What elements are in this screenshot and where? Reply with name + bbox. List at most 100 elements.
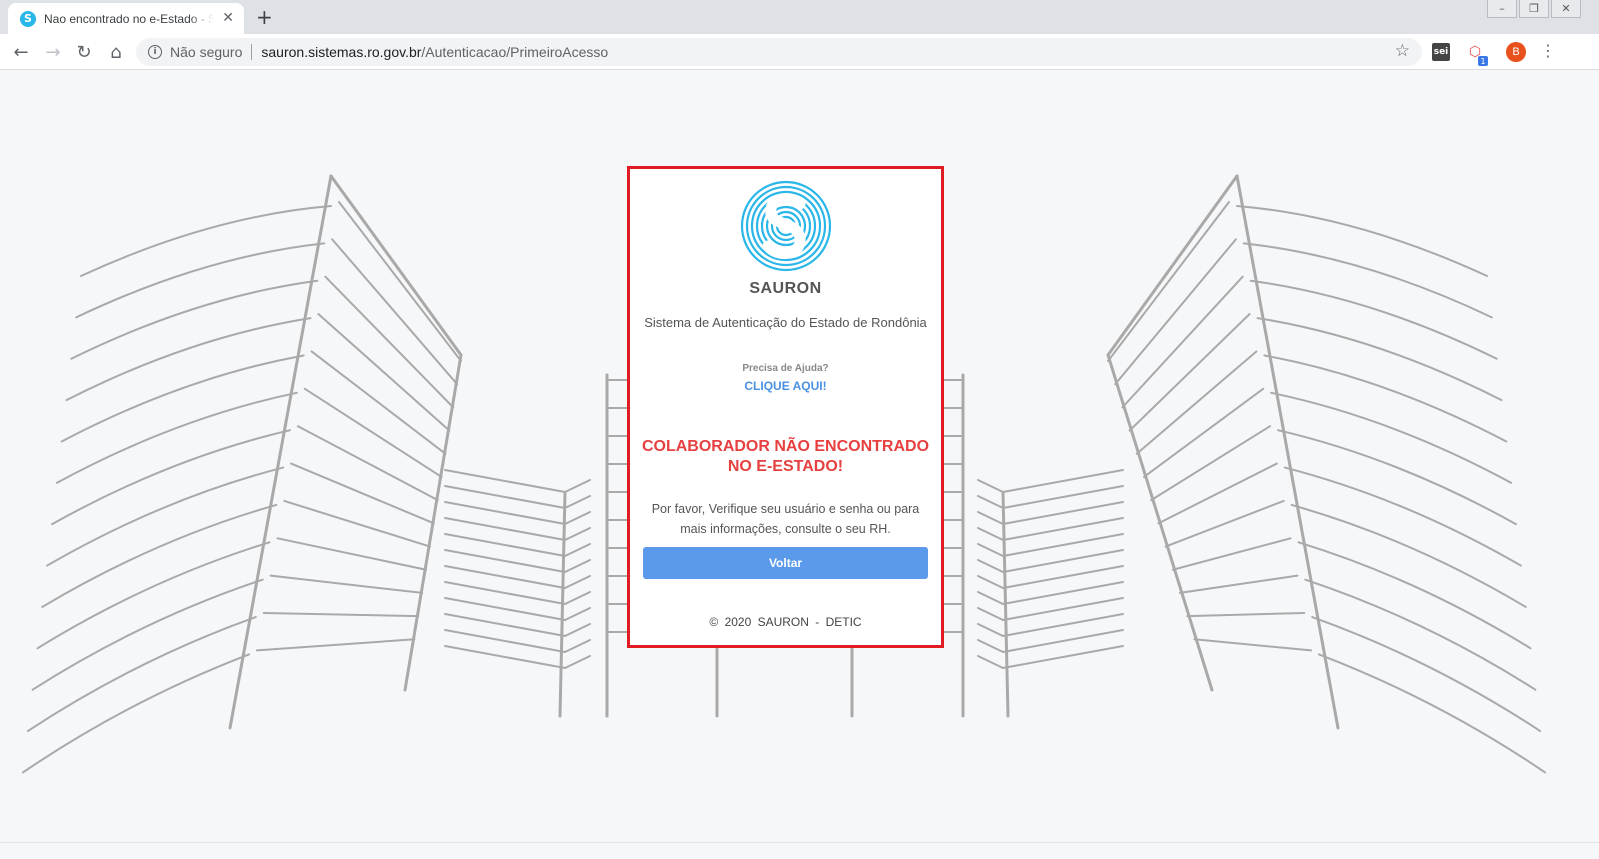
app-subtitle: Sistema de Autenticação do Estado de Ron… bbox=[644, 315, 927, 330]
more-menu-icon[interactable]: ⋮ bbox=[1540, 41, 1556, 60]
building-line bbox=[564, 559, 591, 573]
building-line bbox=[1121, 275, 1244, 409]
building-line bbox=[564, 591, 591, 605]
building-line bbox=[977, 639, 1004, 653]
building-line bbox=[564, 639, 591, 653]
url-host: sauron.sistemas.ro.gov.br bbox=[261, 44, 422, 60]
building-line bbox=[1297, 541, 1532, 650]
new-tab-button[interactable]: + bbox=[256, 5, 273, 29]
building-line bbox=[1157, 462, 1278, 525]
building-line bbox=[564, 511, 591, 525]
profile-avatar[interactable]: B bbox=[1506, 42, 1526, 62]
minimize-button[interactable]: – bbox=[1487, 0, 1517, 18]
building-line bbox=[329, 174, 463, 357]
browser-tab[interactable]: S Nao encontrado no e-Estado - SAURON ✕ bbox=[8, 3, 244, 34]
info-icon[interactable]: i bbox=[148, 45, 162, 59]
building-line bbox=[36, 541, 271, 650]
building-line bbox=[977, 607, 1004, 621]
building-line bbox=[564, 479, 591, 493]
building-line bbox=[977, 591, 1004, 605]
building-line bbox=[283, 499, 431, 548]
share-extension-icon[interactable]: ⬡ 1 bbox=[1466, 43, 1488, 66]
building-line bbox=[564, 607, 591, 621]
building-line bbox=[1106, 174, 1239, 357]
building-line bbox=[1193, 638, 1313, 652]
bookmark-star-icon[interactable]: ☆ bbox=[1395, 41, 1410, 61]
building-line bbox=[977, 655, 1004, 669]
building-line bbox=[269, 574, 424, 594]
building-line bbox=[1164, 499, 1285, 548]
building-line bbox=[65, 317, 312, 402]
tab-strip: S Nao encontrado no e-Estado - SAURON ✕ … bbox=[0, 0, 1599, 34]
close-window-button[interactable]: ✕ bbox=[1551, 0, 1581, 18]
building-line bbox=[977, 559, 1004, 573]
building-line bbox=[290, 462, 435, 525]
building-line bbox=[296, 425, 439, 502]
error-title: COLABORADOR NÃO ENCONTRADO NO E-ESTADO! bbox=[641, 438, 930, 475]
building-line bbox=[324, 275, 455, 409]
address-divider bbox=[251, 44, 253, 60]
building-line bbox=[977, 543, 1004, 557]
building-line bbox=[1186, 612, 1306, 618]
building-line bbox=[262, 612, 420, 618]
building-line bbox=[1277, 429, 1518, 526]
building-line bbox=[977, 623, 1004, 637]
url-path: /Autenticacao/PrimeiroAcesso bbox=[421, 44, 609, 60]
building-line bbox=[46, 466, 285, 567]
building-line bbox=[1150, 425, 1272, 502]
building-line bbox=[255, 638, 416, 652]
login-card: SAURON Sistema de Autenticação do Estado… bbox=[627, 166, 944, 648]
building-line bbox=[977, 511, 1004, 525]
security-status[interactable]: Não seguro bbox=[170, 44, 242, 60]
building-line bbox=[564, 623, 591, 637]
home-icon[interactable]: ⌂ bbox=[104, 40, 128, 64]
forward-arrow-icon[interactable]: → bbox=[41, 40, 65, 64]
url-text[interactable]: sauron.sistemas.ro.gov.br/Autenticacao/P… bbox=[261, 44, 608, 60]
building-line bbox=[977, 527, 1004, 541]
building-line bbox=[60, 354, 305, 443]
sauron-favicon-icon: S bbox=[20, 10, 36, 27]
window-controls: – ❐ ✕ bbox=[1487, 0, 1581, 18]
building-line bbox=[564, 495, 591, 509]
building-line bbox=[1304, 578, 1537, 691]
page-bottom-strip bbox=[0, 842, 1599, 859]
building-line bbox=[1179, 574, 1299, 594]
footer-copyright: © 2020 SAURON - DETIC bbox=[709, 615, 862, 629]
app-name: SAURON bbox=[749, 280, 822, 297]
building-line bbox=[564, 655, 591, 669]
building-line bbox=[977, 575, 1004, 589]
building-line bbox=[80, 205, 332, 277]
building-line bbox=[1236, 205, 1488, 277]
building-line bbox=[1263, 354, 1508, 443]
address-bar[interactable]: i Não seguro sauron.sistemas.ro.gov.br/A… bbox=[136, 38, 1422, 66]
building-line bbox=[564, 575, 591, 589]
building-line bbox=[1290, 503, 1527, 608]
building-line bbox=[276, 537, 428, 571]
building-line bbox=[1107, 201, 1230, 362]
building-line bbox=[1256, 317, 1503, 402]
building-line bbox=[31, 578, 264, 691]
help-question: Precisa de Ajuda? bbox=[742, 363, 829, 374]
building-line bbox=[228, 174, 333, 730]
error-message: Por favor, Verifique seu usuário e senha… bbox=[651, 502, 920, 536]
building-line bbox=[303, 387, 443, 478]
building-line bbox=[564, 527, 591, 541]
building-line bbox=[564, 543, 591, 557]
extension-badge: 1 bbox=[1478, 56, 1488, 66]
building-line bbox=[41, 503, 278, 608]
reload-icon[interactable]: ↻ bbox=[72, 40, 96, 64]
sei-extension-icon[interactable]: sei bbox=[1432, 43, 1450, 61]
building-line bbox=[977, 479, 1004, 493]
tab-title: Nao encontrado no e-Estado - SAURON bbox=[44, 11, 214, 26]
building-line bbox=[1171, 537, 1292, 571]
restore-button[interactable]: ❐ bbox=[1519, 0, 1549, 18]
sauron-fingerprint-logo bbox=[740, 180, 832, 272]
close-tab-icon[interactable]: ✕ bbox=[222, 10, 234, 26]
building-line bbox=[977, 495, 1004, 509]
back-arrow-icon[interactable]: ← bbox=[9, 40, 33, 64]
building-line bbox=[1283, 466, 1522, 567]
back-button[interactable]: Voltar bbox=[643, 547, 928, 579]
building-line bbox=[50, 429, 291, 526]
browser-toolbar: ← → ↻ ⌂ i Não seguro sauron.sistemas.ro.… bbox=[0, 34, 1599, 70]
help-link[interactable]: CLIQUE AQUI! bbox=[630, 379, 941, 393]
